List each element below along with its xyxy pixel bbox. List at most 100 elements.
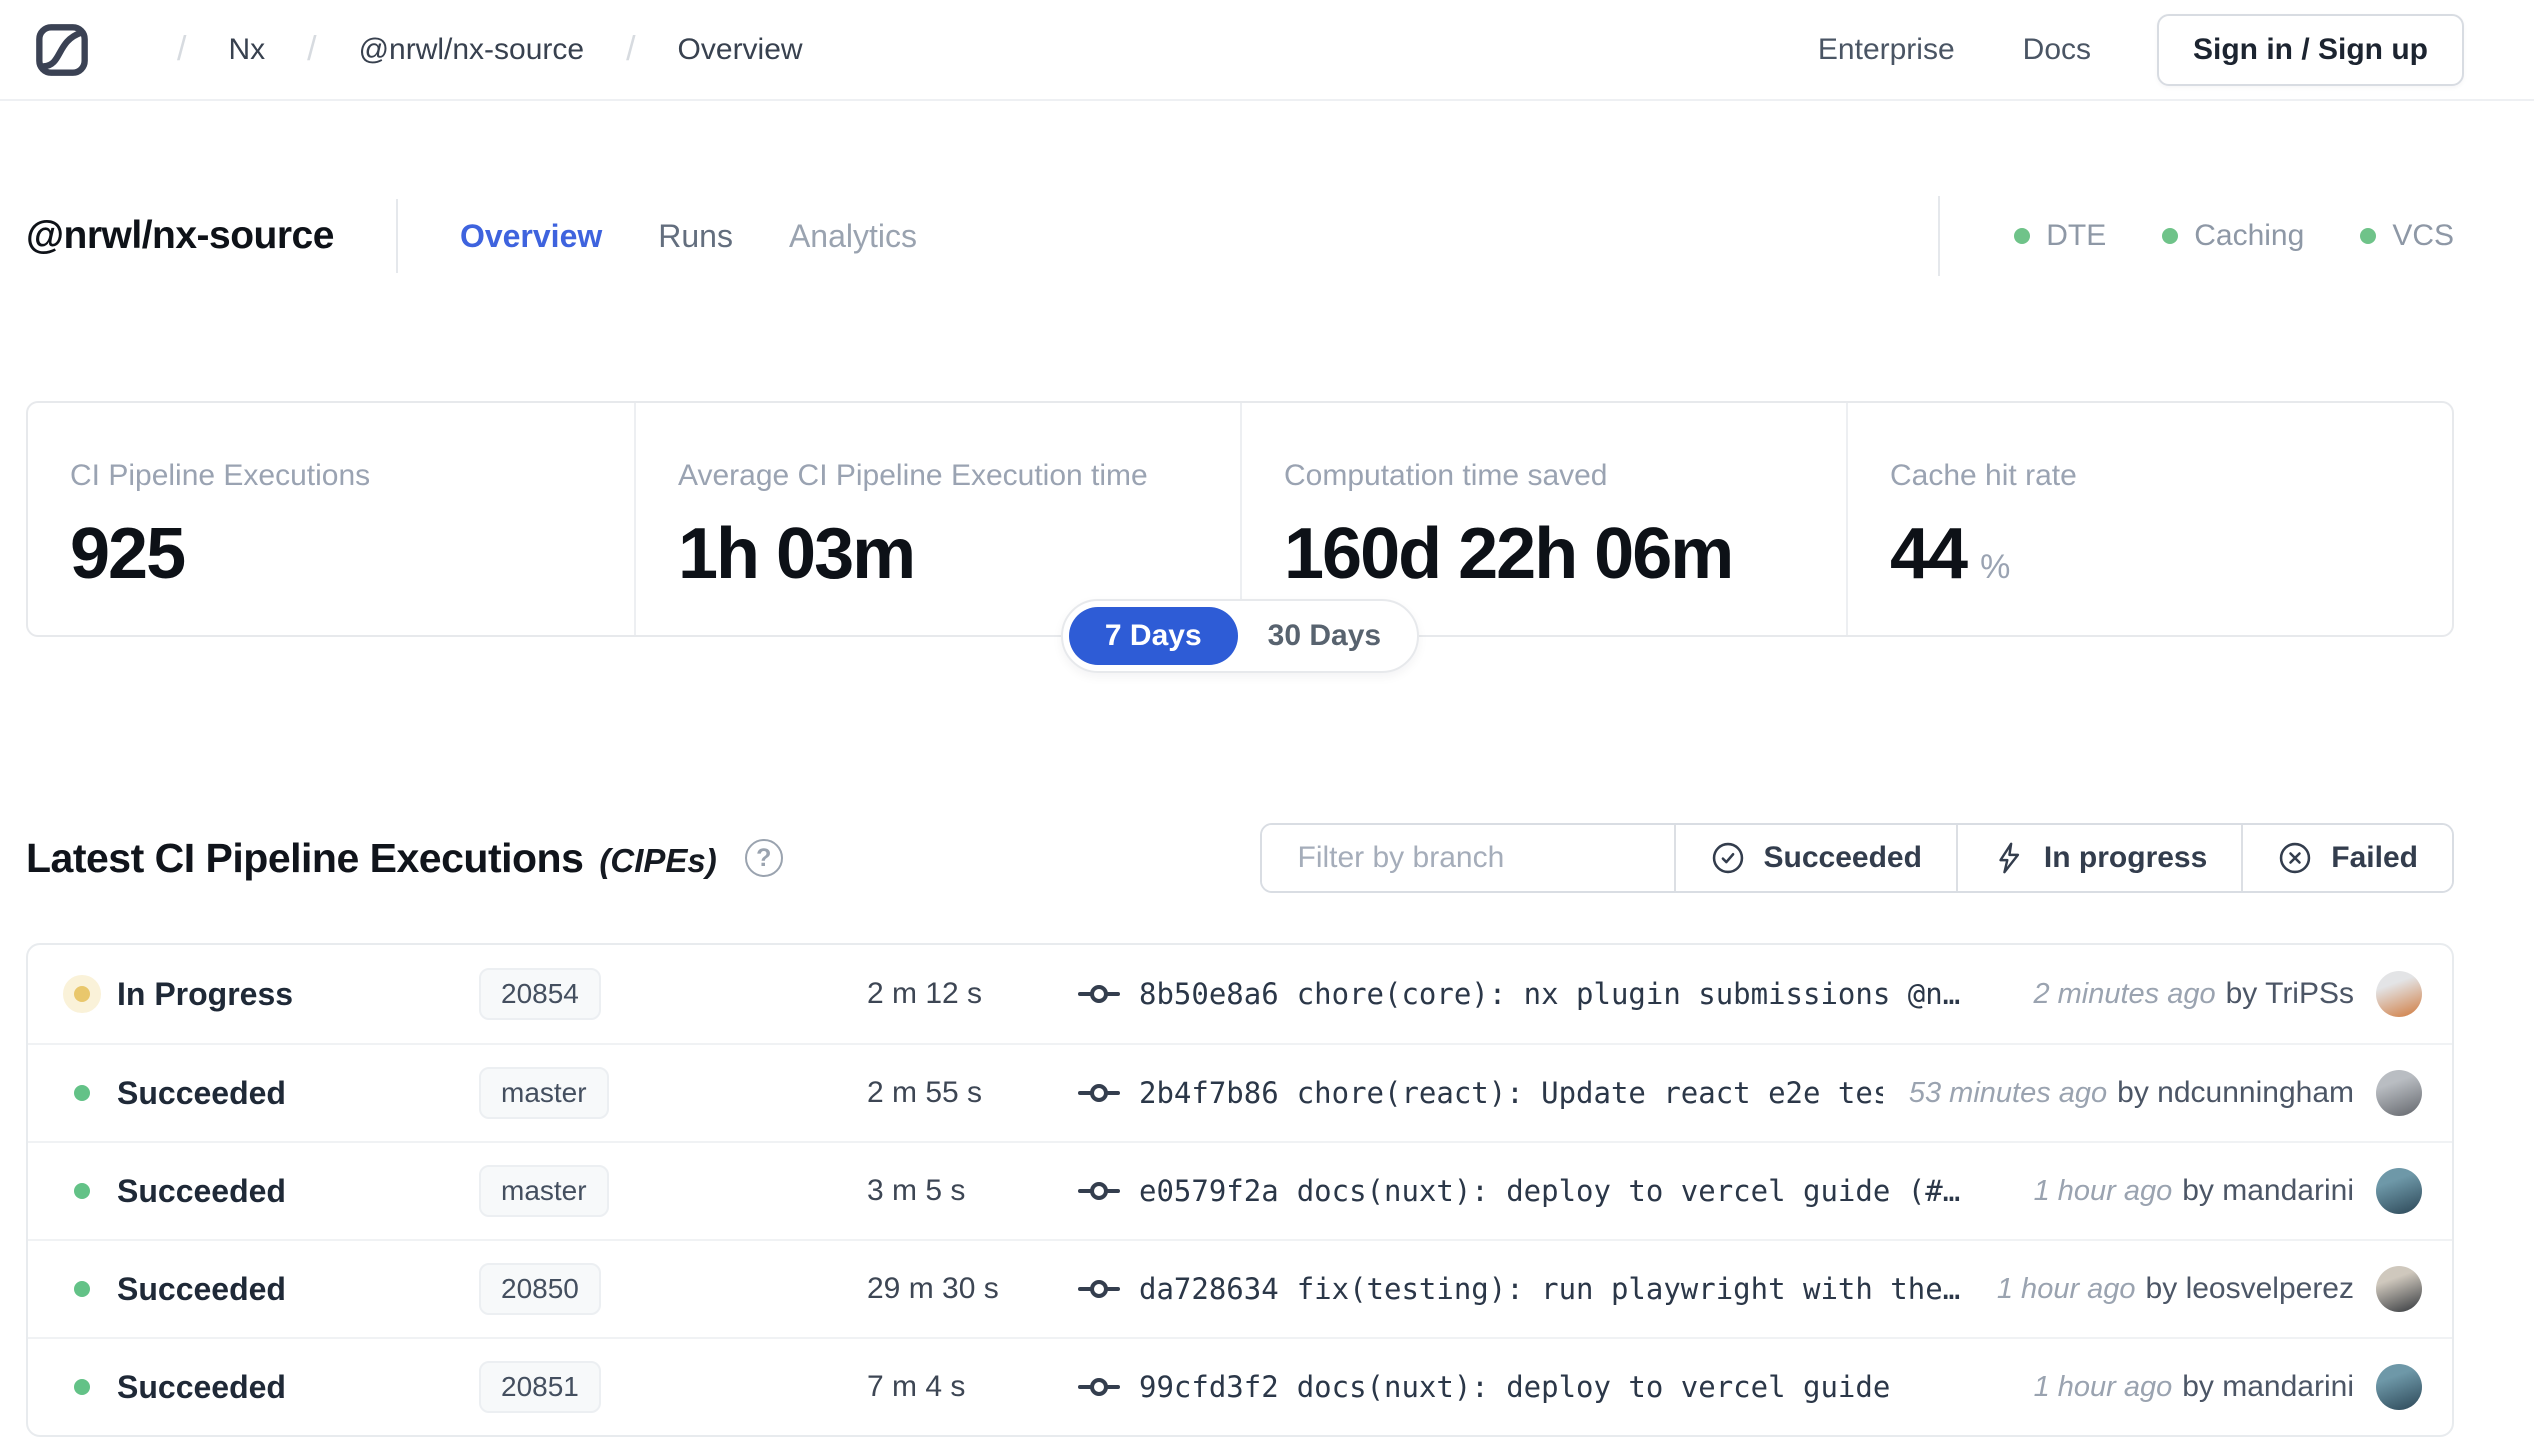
filter-label: In progress <box>2044 841 2207 875</box>
author: by mandarini <box>2182 1174 2354 1208</box>
git-commit-icon <box>1077 1078 1121 1108</box>
stat-label: Computation time saved <box>1284 459 1846 493</box>
green-dot-icon <box>2014 228 2030 244</box>
commit-message: chore(react): Update react e2e tests … <box>1297 1076 1883 1110</box>
git-commit-icon <box>1077 1372 1121 1402</box>
git-commit-icon <box>1077 1274 1121 1304</box>
breadcrumb-item-overview[interactable]: Overview <box>678 33 803 67</box>
range-option-7-days[interactable]: 7 Days <box>1069 607 1238 665</box>
commit-cell: 99cfd3f2 docs(nuxt): deploy to vercel gu… <box>1077 1370 2008 1404</box>
breadcrumb-separator: / <box>626 30 635 69</box>
time-ago: 2 minutes ago <box>2033 978 2215 1011</box>
section-title: Latest CI Pipeline Executions <box>26 835 583 882</box>
table-row[interactable]: Succeeded 20851 7 m 4 s 99cfd3f2 docs(nu… <box>28 1337 2452 1435</box>
cipes-table: In Progress 20854 2 m 12 s 8b50e8a6 chor… <box>26 943 2454 1437</box>
stat-value: 1h 03m <box>678 513 1240 595</box>
section-title-suffix: (CIPEs) <box>599 842 716 880</box>
filter-by-branch-input[interactable] <box>1262 825 1674 891</box>
stat-value: 160d 22h 06m <box>1284 513 1846 595</box>
breadcrumb-item-nx[interactable]: Nx <box>228 33 265 67</box>
filter-label: Succeeded <box>1764 841 1922 875</box>
workspace-header: @nrwl/nx-source Overview Runs Analytics … <box>0 101 2534 291</box>
feature-label: VCS <box>2392 219 2454 253</box>
avatar <box>2376 971 2422 1017</box>
table-row[interactable]: Succeeded master 2 m 55 s 2b4f7b86 chore… <box>28 1043 2452 1141</box>
commit-hash[interactable]: 2b4f7b86 <box>1139 1076 1279 1110</box>
status-dot-icon <box>74 1281 90 1297</box>
duration-cell: 2 m 55 s <box>867 1076 1077 1110</box>
workspace-tabs: Overview Runs Analytics <box>460 218 917 255</box>
status-dot-icon <box>74 1379 90 1395</box>
breadcrumb: / Nx / @nrwl/nx-source / Overview <box>135 30 803 69</box>
feature-label: DTE <box>2046 219 2106 253</box>
time-ago: 1 hour ago <box>1997 1273 2136 1306</box>
stat-value: 44% <box>1890 513 2452 595</box>
branch-badge[interactable]: 20850 <box>479 1263 601 1315</box>
status-cell: Succeeded <box>74 1271 479 1308</box>
help-question-icon[interactable] <box>745 839 783 877</box>
stat-unit: % <box>1980 548 2010 586</box>
nav-link-enterprise[interactable]: Enterprise <box>1818 33 1955 67</box>
cipes-header: Latest CI Pipeline Executions (CIPEs) Su… <box>26 823 2454 893</box>
commit-hash[interactable]: da728634 <box>1139 1272 1279 1306</box>
filter-failed-button[interactable]: Failed <box>2241 825 2452 891</box>
branch-cell: 20851 <box>479 1361 867 1413</box>
duration-cell: 3 m 5 s <box>867 1174 1077 1208</box>
branch-badge[interactable]: master <box>479 1067 609 1119</box>
breadcrumb-item-workspace[interactable]: @nrwl/nx-source <box>359 33 585 67</box>
tab-overview[interactable]: Overview <box>460 218 602 255</box>
branch-badge[interactable]: 20851 <box>479 1361 601 1413</box>
nx-cloud-logo-icon[interactable] <box>33 21 91 79</box>
status-cell: In Progress <box>74 976 479 1013</box>
feature-status-list: DTE Caching VCS <box>1938 196 2454 276</box>
sign-in-button[interactable]: Sign in / Sign up <box>2157 14 2464 86</box>
status-dot-icon <box>74 1085 90 1101</box>
commit-cell: da728634 fix(testing): run playwright wi… <box>1077 1272 1971 1306</box>
status-dot-icon <box>74 1183 90 1199</box>
commit-cell: 2b4f7b86 chore(react): Update react e2e … <box>1077 1076 1883 1110</box>
table-row[interactable]: Succeeded 20850 29 m 30 s da728634 fix(t… <box>28 1239 2452 1337</box>
avatar <box>2376 1266 2422 1312</box>
branch-cell: master <box>479 1067 867 1119</box>
commit-hash[interactable]: 8b50e8a6 <box>1139 977 1279 1011</box>
feature-dte: DTE <box>2014 219 2106 253</box>
author: by leosvelperez <box>2146 1272 2354 1306</box>
filter-succeeded-button[interactable]: Succeeded <box>1674 825 1956 891</box>
commit-message: docs(nuxt): deploy to vercel guide <box>1297 1370 1891 1404</box>
branch-badge[interactable]: master <box>479 1165 609 1217</box>
status-label: Succeeded <box>117 1173 286 1210</box>
commit-hash[interactable]: e0579f2a <box>1139 1174 1279 1208</box>
avatar <box>2376 1168 2422 1214</box>
tab-runs[interactable]: Runs <box>658 218 733 255</box>
filter-in-progress-button[interactable]: In progress <box>1956 825 2241 891</box>
status-label: Succeeded <box>117 1271 286 1308</box>
top-nav: / Nx / @nrwl/nx-source / Overview Enterp… <box>0 0 2534 101</box>
stat-label: Cache hit rate <box>1890 459 2452 493</box>
cipes-title-block: Latest CI Pipeline Executions (CIPEs) <box>26 835 717 882</box>
green-dot-icon <box>2360 228 2376 244</box>
workspace-title: @nrwl/nx-source <box>26 214 334 258</box>
range-option-30-days[interactable]: 30 Days <box>1238 607 1411 665</box>
meta-cell: 53 minutes ago by ndcunningham <box>1909 1070 2422 1116</box>
avatar <box>2376 1364 2422 1410</box>
table-row[interactable]: Succeeded master 3 m 5 s e0579f2a docs(n… <box>28 1141 2452 1239</box>
author: by ndcunningham <box>2117 1076 2354 1110</box>
divider <box>396 199 398 273</box>
branch-badge[interactable]: 20854 <box>479 968 601 1020</box>
table-row[interactable]: In Progress 20854 2 m 12 s 8b50e8a6 chor… <box>28 945 2452 1043</box>
commit-cell: 8b50e8a6 chore(core): nx plugin submissi… <box>1077 977 2007 1011</box>
duration-cell: 2 m 12 s <box>867 977 1077 1011</box>
commit-hash[interactable]: 99cfd3f2 <box>1139 1370 1279 1404</box>
nav-links: Enterprise Docs Sign in / Sign up <box>1750 14 2464 86</box>
nav-link-docs[interactable]: Docs <box>2023 33 2091 67</box>
commit-cell: e0579f2a docs(nuxt): deploy to vercel gu… <box>1077 1174 2008 1208</box>
time-ago: 1 hour ago <box>2034 1175 2173 1208</box>
filter-label: Failed <box>2331 841 2418 875</box>
tab-analytics[interactable]: Analytics <box>789 218 917 255</box>
branch-cell: 20854 <box>479 968 867 1020</box>
stat-label: Average CI Pipeline Execution time <box>678 459 1240 493</box>
meta-cell: 1 hour ago by mandarini <box>2034 1168 2422 1214</box>
status-dot-icon <box>74 986 90 1002</box>
status-cell: Succeeded <box>74 1075 479 1112</box>
git-commit-icon <box>1077 979 1121 1009</box>
